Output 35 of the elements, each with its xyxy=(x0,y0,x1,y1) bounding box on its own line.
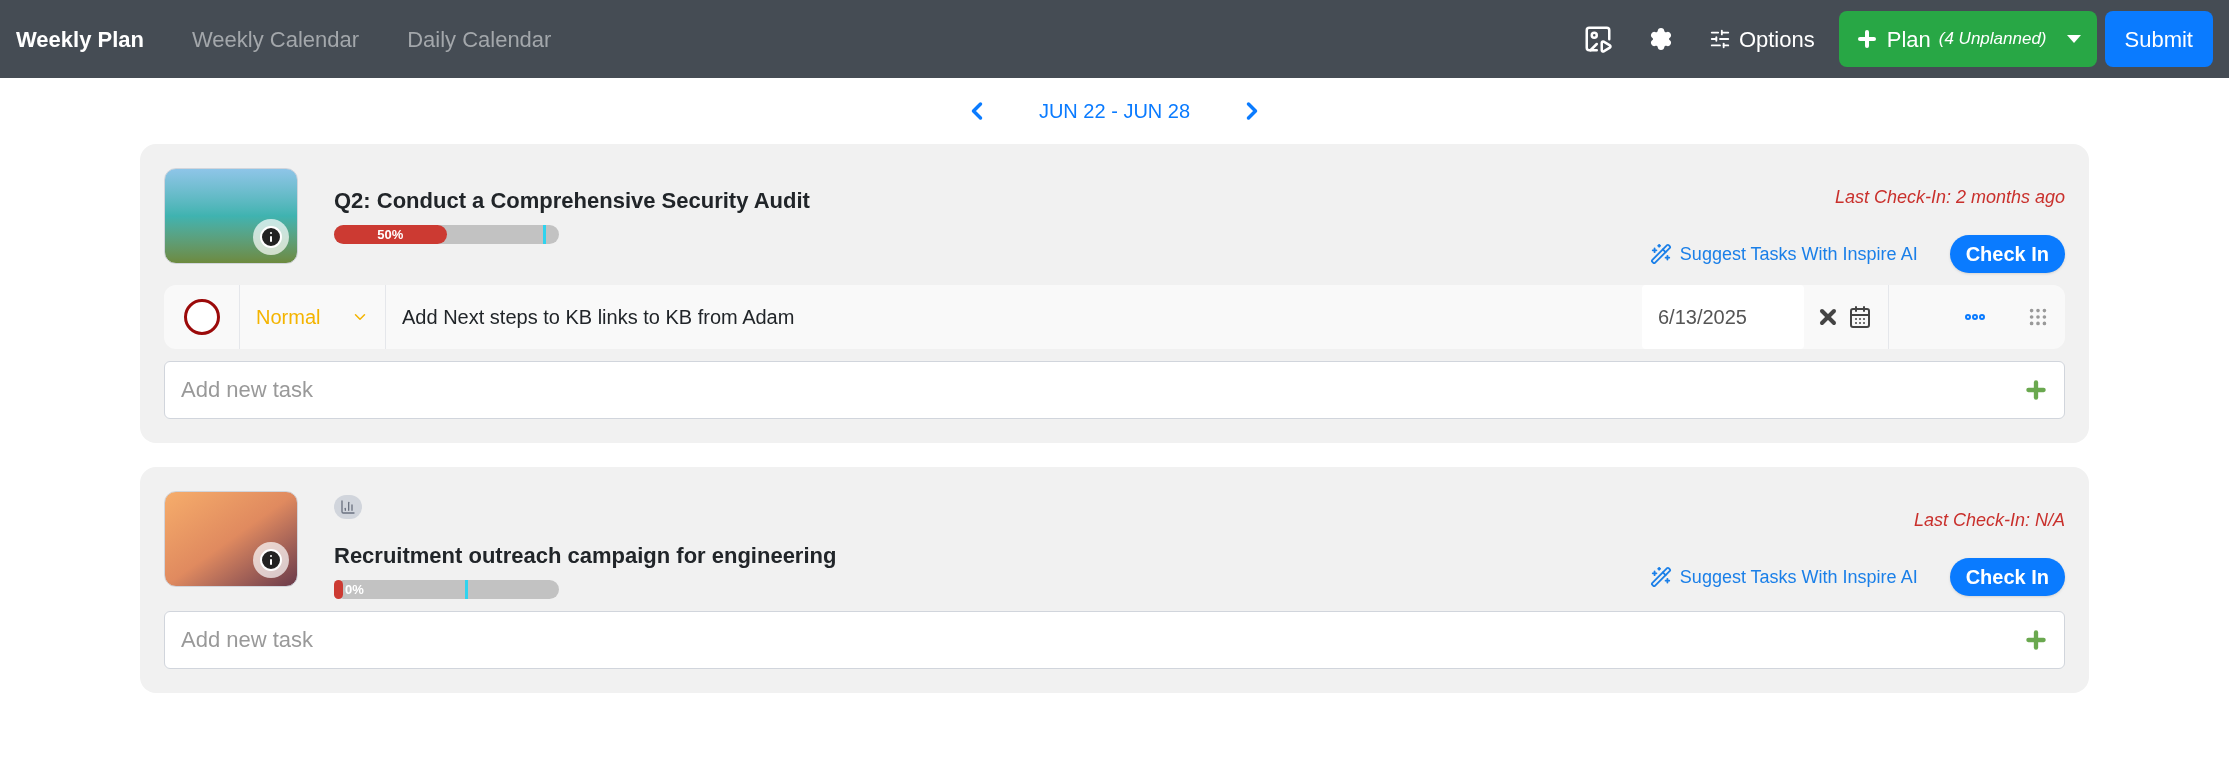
task-text: Add Next steps to KB links to KB from Adam xyxy=(401,305,796,330)
options-button[interactable]: Options xyxy=(1708,22,1815,56)
add-icon[interactable] xyxy=(2023,627,2049,653)
suggest-tasks-link[interactable]: Suggest Tasks With Inspire AI xyxy=(1649,240,1918,268)
nav-link[interactable]: Weekly Calendar xyxy=(192,22,360,56)
info-button[interactable] xyxy=(253,219,289,255)
task-checkbox[interactable] xyxy=(183,299,220,335)
suggest-tasks-link[interactable]: Suggest Tasks With Inspire AI xyxy=(1649,563,1918,591)
caret-icon xyxy=(2066,35,2081,43)
date-field[interactable]: 6/13/2025 xyxy=(1642,285,1804,349)
last-checkin-text: Last Check-In: N/A xyxy=(1913,509,2065,532)
last-checkin-text: Last Check-In: 2 months ago xyxy=(1834,186,2065,209)
progress-label: 50% xyxy=(377,226,404,244)
goal-title: Q2: Conduct a Comprehensive Security Audit xyxy=(334,187,811,215)
check-in-button[interactable]: Check In xyxy=(1949,558,2065,596)
calendar-icon[interactable] xyxy=(1848,305,1872,329)
plan-button[interactable]: Plan (4 Unplanned) xyxy=(1838,11,2097,67)
brand-title[interactable]: Weekly Plan xyxy=(16,22,144,56)
submit-button[interactable]: Submit xyxy=(2104,11,2213,67)
nav-link[interactable]: Daily Calendar xyxy=(407,22,552,56)
new-task-field[interactable]: Add new task xyxy=(164,361,2065,419)
info-icon xyxy=(259,548,283,572)
info-button[interactable] xyxy=(253,542,289,578)
drag-handle-icon[interactable] xyxy=(2027,306,2049,328)
goal-title: Recruitment outreach campaign for engineering xyxy=(334,542,838,570)
sliders-icon xyxy=(1708,28,1731,50)
progress-label: 0% xyxy=(345,581,364,599)
week-range: JUN 22 - JUN 28 xyxy=(1038,99,1191,124)
new-task-field[interactable]: Add new task xyxy=(164,611,2065,669)
magic-wand-icon xyxy=(1649,243,1672,265)
info-icon xyxy=(259,225,283,249)
settings-icon[interactable] xyxy=(1648,27,1673,51)
add-icon[interactable] xyxy=(2023,377,2049,403)
magic-wand-icon xyxy=(1649,566,1672,588)
check-in-button[interactable]: Check In xyxy=(1949,235,2065,273)
